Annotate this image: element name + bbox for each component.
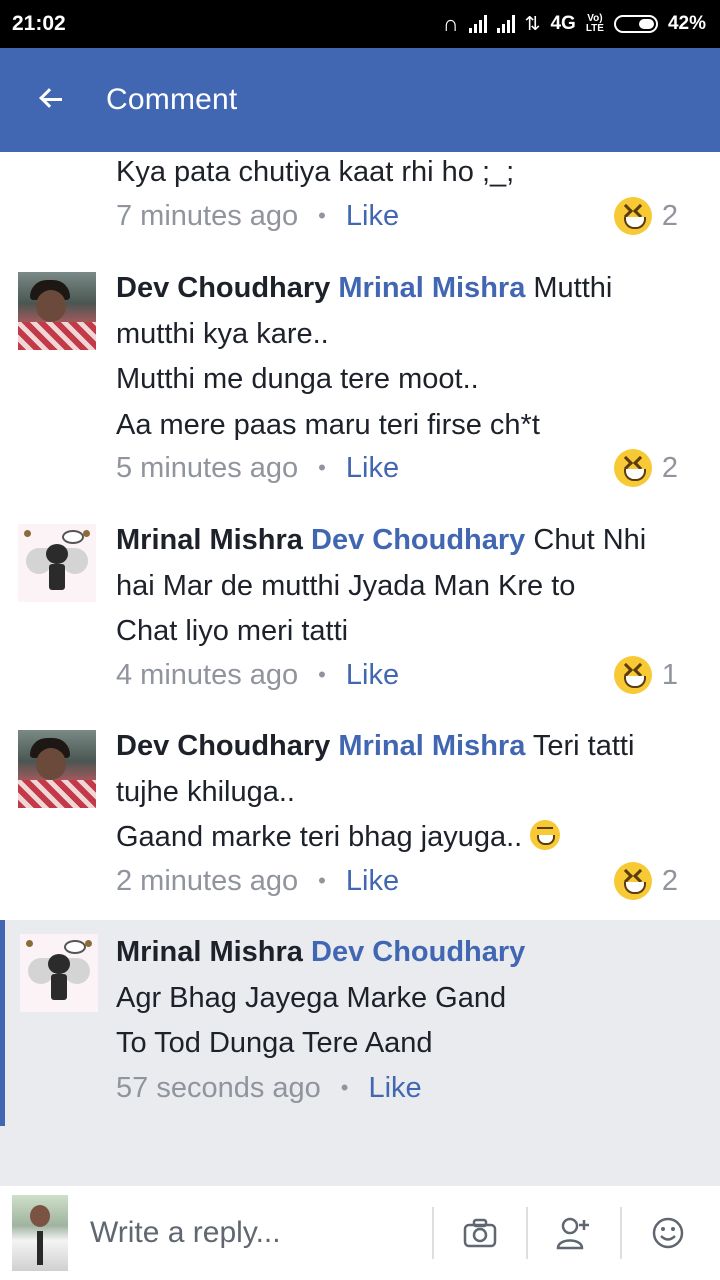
add-person-icon[interactable] xyxy=(528,1203,620,1263)
meta-separator: • xyxy=(318,203,326,228)
comment-mention[interactable]: Mrinal Mishra xyxy=(338,272,525,304)
laughing-emoji-icon xyxy=(613,862,652,900)
comment-mention[interactable]: Mrinal Mishra xyxy=(338,730,525,762)
like-button[interactable]: Like xyxy=(346,452,399,485)
comment-body: Dev Choudhary Mrinal Mishra Teri tatti t… xyxy=(116,724,706,861)
app-bar: Comment xyxy=(0,48,720,152)
meta-separator: • xyxy=(340,1075,349,1100)
status-time: 21:02 xyxy=(12,12,66,35)
page-title: Comment xyxy=(106,83,238,116)
comment-mention[interactable]: Dev Choudhary xyxy=(311,524,525,556)
signal-strength-2-icon xyxy=(496,15,515,33)
meta-separator: • xyxy=(318,662,326,687)
comment-line: Aa mere paas maru teri firse ch*t xyxy=(116,408,540,441)
network-type: 4G xyxy=(550,13,576,34)
avatar[interactable] xyxy=(20,934,98,1012)
smiley-icon[interactable] xyxy=(622,1203,714,1263)
comment-line: Kya pata chutiya kaat rhi ho ;_; xyxy=(116,156,515,188)
camera-icon[interactable] xyxy=(434,1203,526,1263)
avatar[interactable] xyxy=(18,272,96,350)
reaction-count: 2 xyxy=(661,451,678,484)
status-icons: ∩ ⇅ 4G Vo) LTE 42% xyxy=(443,11,706,37)
comment-timestamp: 5 minutes ago xyxy=(116,451,299,484)
comment-author[interactable]: Mrinal Mishra xyxy=(116,524,303,556)
comment-timestamp: 4 minutes ago xyxy=(116,658,299,691)
like-button[interactable]: Like xyxy=(346,865,399,898)
comment-item: Kya pata chutiya kaat rhi ho ;_; 7 minut… xyxy=(0,152,720,262)
comment-meta: 7 minutes ago • Like xyxy=(116,194,399,238)
reply-bar xyxy=(0,1186,720,1280)
comment-body: Dev Choudhary Mrinal Mishra Mutthi mutth… xyxy=(116,266,706,448)
reaction-count: 2 xyxy=(661,199,678,232)
battery-percent: 42% xyxy=(667,13,706,34)
reaction-summary[interactable]: 1 xyxy=(613,656,678,694)
comment-meta: 57 seconds ago • Like xyxy=(116,1066,422,1110)
volte-icon: Vo) LTE xyxy=(585,13,604,34)
arrow-left-icon[interactable] xyxy=(36,85,66,115)
reply-input[interactable] xyxy=(88,1215,432,1251)
reaction-summary[interactable]: 2 xyxy=(613,197,678,235)
reaction-count: 2 xyxy=(661,864,678,897)
comment-line: Chat liyo meri tatti xyxy=(116,615,349,647)
comment-body: Kya pata chutiya kaat rhi ho ;_; xyxy=(116,152,706,196)
comment-item: Dev Choudhary Mrinal Mishra Teri tatti t… xyxy=(0,720,720,922)
comment-item: Mrinal Mishra Dev Choudhary Chut Nhi hai… xyxy=(0,514,720,720)
comment-line: Chut Nhi xyxy=(533,524,647,556)
data-transfer-icon: ⇅ xyxy=(524,13,541,35)
comment-line: Gaand marke teri bhag jayuga.. xyxy=(116,821,523,853)
comment-meta: 5 minutes ago • Like xyxy=(116,446,399,490)
signal-strength-icon xyxy=(468,15,487,33)
like-button[interactable]: Like xyxy=(346,659,399,692)
comment-line: Mutthi xyxy=(533,272,613,304)
comment-timestamp: 57 seconds ago xyxy=(116,1071,321,1104)
comment-line: Mutthi me dunga tere moot.. xyxy=(116,363,479,395)
comment-author[interactable]: Dev Choudhary xyxy=(116,272,330,304)
comment-item-highlighted: Mrinal Mishra Dev Choudhary Agr Bhag Jay… xyxy=(0,920,720,1126)
comment-list[interactable]: Kya pata chutiya kaat rhi ho ;_; 7 minut… xyxy=(0,152,720,1126)
like-button[interactable]: Like xyxy=(368,1072,421,1105)
comment-author[interactable]: Dev Choudhary xyxy=(116,730,330,762)
laughing-emoji-icon xyxy=(613,449,652,487)
comment-line: To Tod Dunga Tere Aand xyxy=(116,1027,433,1059)
comment-meta: 4 minutes ago • Like xyxy=(116,653,399,697)
laughing-emoji-icon xyxy=(613,197,652,235)
comment-body: Mrinal Mishra Dev Choudhary Chut Nhi hai… xyxy=(116,518,706,655)
meta-separator: • xyxy=(318,868,326,893)
comment-line: Agr Bhag Jayega Marke Gand xyxy=(116,981,507,1014)
grinning-emoji-icon xyxy=(530,820,561,850)
reaction-summary[interactable]: 2 xyxy=(613,862,678,900)
reaction-count: 1 xyxy=(661,658,678,691)
like-button[interactable]: Like xyxy=(346,200,399,233)
comment-timestamp: 7 minutes ago xyxy=(116,199,299,232)
comment-line: hai Mar de mutthi Jyada Man Kre to xyxy=(116,569,576,602)
meta-separator: • xyxy=(318,455,326,480)
status-bar: 21:02 ∩ ⇅ 4G Vo) LTE 42% xyxy=(0,0,720,48)
comment-item: Dev Choudhary Mrinal Mishra Mutthi mutth… xyxy=(0,262,720,514)
laughing-emoji-icon xyxy=(613,656,652,694)
comment-line: Teri tatti xyxy=(532,730,635,762)
avatar xyxy=(12,1195,68,1271)
comment-mention[interactable]: Dev Choudhary xyxy=(311,936,525,968)
comment-timestamp: 2 minutes ago xyxy=(116,864,299,897)
comment-line: mutthi kya kare.. xyxy=(116,317,329,350)
comment-body: Mrinal Mishra Dev Choudhary Agr Bhag Jay… xyxy=(116,930,706,1067)
avatar[interactable] xyxy=(18,524,96,602)
headphone-icon: ∩ xyxy=(442,11,459,36)
battery-icon xyxy=(613,15,658,33)
comment-author[interactable]: Mrinal Mishra xyxy=(116,936,303,968)
avatar[interactable] xyxy=(18,730,96,808)
reaction-summary[interactable]: 2 xyxy=(613,449,678,487)
comment-meta: 2 minutes ago • Like xyxy=(116,859,399,903)
comment-line: tujhe khiluga.. xyxy=(116,775,295,808)
